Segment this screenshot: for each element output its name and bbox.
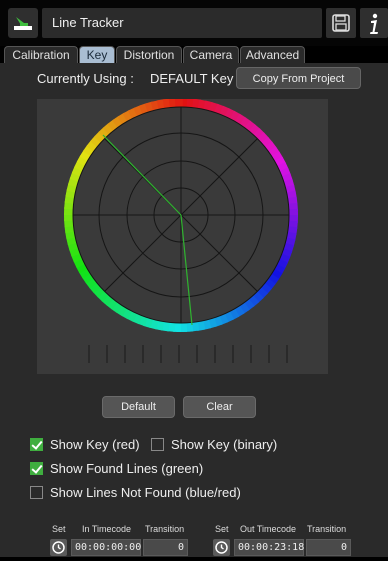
- clear-button[interactable]: Clear: [183, 396, 256, 418]
- set-in-button[interactable]: [50, 539, 67, 556]
- key-preview-canvas[interactable]: [37, 98, 328, 374]
- currently-using-value: DEFAULT Key: [150, 71, 234, 86]
- show-key-red-label: Show Key (red): [50, 437, 140, 452]
- show-found-lines-checkbox[interactable]: [30, 462, 43, 475]
- floppy-disk-icon: [332, 14, 350, 32]
- info-button[interactable]: [360, 8, 388, 38]
- default-button[interactable]: Default: [102, 396, 175, 418]
- in-timecode-field[interactable]: 00:00:00:00: [71, 539, 141, 556]
- in-transition-field[interactable]: 0: [143, 539, 188, 556]
- set-out-button[interactable]: [213, 539, 230, 556]
- save-button[interactable]: [326, 8, 356, 38]
- show-found-lines-option[interactable]: Show Found Lines (green): [30, 460, 230, 478]
- tab-calibration[interactable]: Calibration: [4, 46, 78, 63]
- out-set-label: Set: [215, 524, 229, 534]
- info-icon: [370, 13, 378, 34]
- clock-icon: [215, 541, 228, 554]
- show-lines-not-found-checkbox[interactable]: [30, 486, 43, 499]
- out-transition-label: Transition: [307, 524, 347, 534]
- clock-icon: [52, 541, 65, 554]
- color-wheel-display: [64, 98, 298, 363]
- in-timecode-label: In Timecode: [82, 524, 132, 534]
- out-timecode-label: Out Timecode: [240, 524, 297, 534]
- out-transition-field[interactable]: 0: [306, 539, 351, 556]
- show-lines-not-found-option[interactable]: Show Lines Not Found (blue/red): [30, 484, 270, 502]
- tick-marks: [88, 345, 288, 363]
- show-found-lines-label: Show Found Lines (green): [50, 461, 204, 476]
- tab-key[interactable]: Key: [79, 46, 115, 63]
- show-key-binary-option[interactable]: Show Key (binary): [151, 436, 291, 454]
- currently-using-label: Currently Using :: [37, 71, 134, 86]
- tab-distortion[interactable]: Distortion: [116, 46, 182, 63]
- show-key-binary-label: Show Key (binary): [171, 437, 278, 452]
- in-set-label: Set: [52, 524, 66, 534]
- in-transition-label: Transition: [145, 524, 185, 534]
- show-key-red-checkbox[interactable]: [30, 438, 43, 451]
- line-tracker-logo-icon: [14, 17, 32, 30]
- show-key-red-option[interactable]: Show Key (red): [30, 436, 160, 454]
- tab-camera[interactable]: Camera: [183, 46, 239, 63]
- out-timecode-field[interactable]: 00:00:23:18: [234, 539, 304, 556]
- copy-from-project-button[interactable]: Copy From Project: [236, 67, 361, 89]
- tab-advanced[interactable]: Advanced: [240, 46, 305, 63]
- app-title: Line Tracker: [52, 15, 124, 30]
- show-key-binary-checkbox[interactable]: [151, 438, 164, 451]
- app-logo: [8, 8, 38, 38]
- show-lines-not-found-label: Show Lines Not Found (blue/red): [50, 485, 241, 500]
